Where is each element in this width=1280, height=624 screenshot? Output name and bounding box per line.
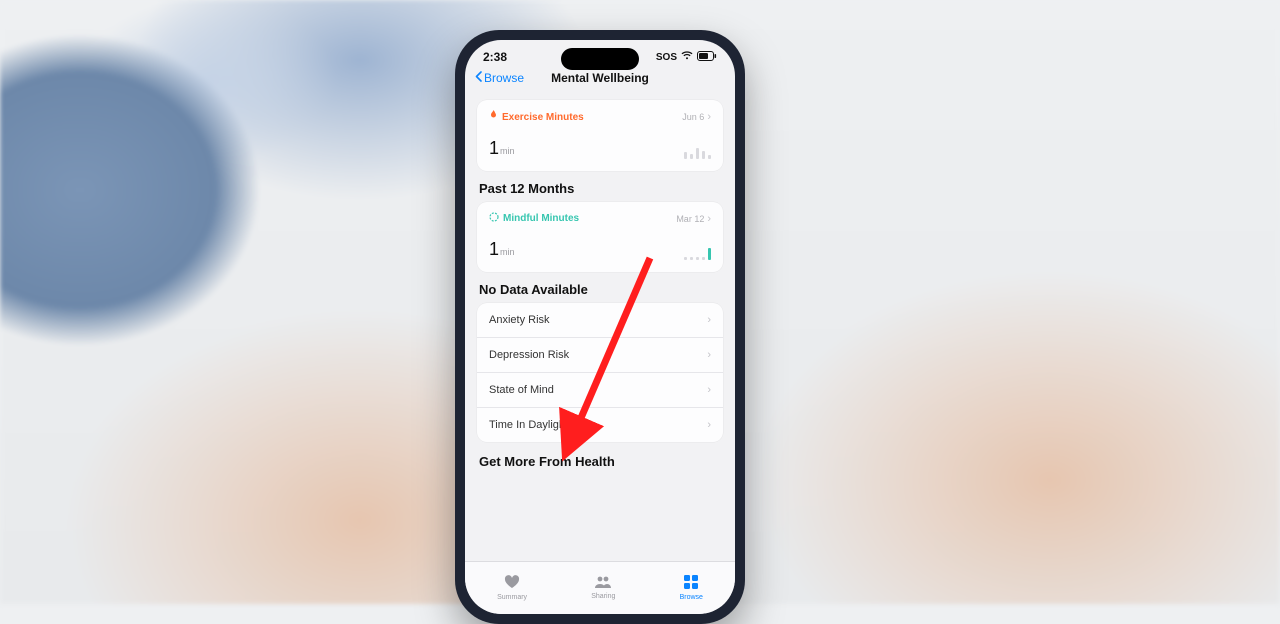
iphone-frame: 2:38 SOS Browse Mental Wellbeing xyxy=(455,30,745,624)
chevron-left-icon xyxy=(475,71,482,85)
tab-sharing[interactable]: Sharing xyxy=(591,576,615,600)
scroll-content[interactable]: Exercise Minutes Jun 6 › 1min Past 12 Mo… xyxy=(465,100,735,469)
card-unit: min xyxy=(500,247,515,257)
card-date: Mar 12 xyxy=(676,214,704,224)
wifi-icon xyxy=(681,51,693,63)
tab-bar: Summary Sharing Browse xyxy=(465,561,735,614)
chevron-right-icon: › xyxy=(707,314,711,326)
row-time-in-daylight[interactable]: Time In Daylight › xyxy=(477,407,723,442)
heart-icon xyxy=(504,575,520,592)
card-value: 1 xyxy=(489,138,499,158)
grid-icon xyxy=(684,575,698,592)
tab-browse[interactable]: Browse xyxy=(680,575,703,601)
row-label: State of Mind xyxy=(489,384,554,396)
row-depression-risk[interactable]: Depression Risk › xyxy=(477,337,723,372)
section-past-12-months: Past 12 Months xyxy=(479,181,723,196)
iphone-screen: 2:38 SOS Browse Mental Wellbeing xyxy=(465,40,735,614)
battery-icon xyxy=(697,51,717,64)
sparkline xyxy=(684,141,711,159)
row-label: Depression Risk xyxy=(489,349,569,361)
row-anxiety-risk[interactable]: Anxiety Risk › xyxy=(477,303,723,337)
sparkline xyxy=(684,242,711,260)
chevron-right-icon: › xyxy=(707,213,711,225)
page-title: Mental Wellbeing xyxy=(551,71,649,85)
section-no-data: No Data Available xyxy=(479,282,723,297)
card-date: Jun 6 xyxy=(682,112,704,122)
tab-label: Sharing xyxy=(591,593,615,600)
chevron-right-icon: › xyxy=(707,419,711,431)
card-label: Exercise Minutes xyxy=(502,112,584,123)
row-state-of-mind[interactable]: State of Mind › xyxy=(477,372,723,407)
status-time: 2:38 xyxy=(483,50,507,64)
dynamic-island xyxy=(561,48,639,70)
status-sos: SOS xyxy=(656,52,677,63)
tab-label: Summary xyxy=(497,594,527,601)
section-get-more: Get More From Health xyxy=(479,454,723,469)
row-label: Time In Daylight xyxy=(489,419,568,431)
chevron-right-icon: › xyxy=(707,384,711,396)
mindful-icon xyxy=(489,212,499,225)
tab-label: Browse xyxy=(680,594,703,601)
flame-icon xyxy=(489,110,498,124)
back-label: Browse xyxy=(484,71,524,85)
chevron-right-icon: › xyxy=(707,111,711,123)
card-mindful-minutes[interactable]: Mindful Minutes Mar 12 › 1min xyxy=(477,202,723,272)
card-value: 1 xyxy=(489,239,499,259)
card-label: Mindful Minutes xyxy=(503,213,579,224)
people-icon xyxy=(594,576,612,591)
back-button[interactable]: Browse xyxy=(475,71,524,85)
chevron-right-icon: › xyxy=(707,349,711,361)
card-exercise-minutes[interactable]: Exercise Minutes Jun 6 › 1min xyxy=(477,100,723,171)
no-data-list: Anxiety Risk › Depression Risk › State o… xyxy=(477,303,723,442)
tab-summary[interactable]: Summary xyxy=(497,575,527,601)
card-unit: min xyxy=(500,146,515,156)
row-label: Anxiety Risk xyxy=(489,314,550,326)
